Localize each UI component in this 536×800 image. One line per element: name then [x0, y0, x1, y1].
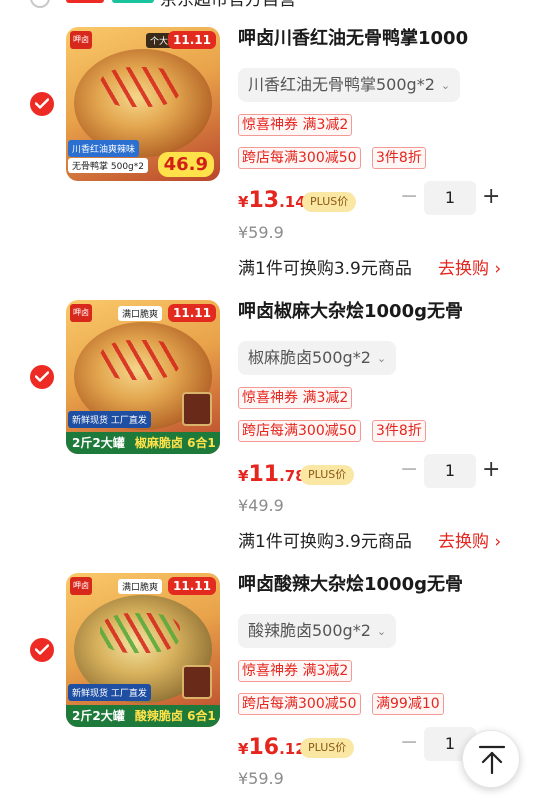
brand-logo: 呷卤 [70, 304, 92, 322]
double11-tag: 11.11 [168, 31, 216, 49]
original-price: ¥59.9 [238, 223, 284, 242]
plus-price-badge: PLUS价 [302, 192, 357, 212]
promo-tag[interactable]: 跨店每满300减50 [238, 420, 361, 442]
exchange-link[interactable]: 去换购 › [438, 254, 501, 279]
image-banner-sub: 2斤2大罐 [72, 709, 125, 723]
currency-symbol: ¥ [238, 467, 249, 485]
brand-logo: 呷卤 [70, 577, 92, 595]
image-green-text: 椒麻脆卤 6合1 [134, 436, 216, 450]
promo-tag[interactable]: 满99减10 [372, 693, 444, 715]
product-image[interactable]: 呷卤 满口脆爽 11.11 新鲜现货 工厂直发 2斤2大罐 椒麻脆卤 6合1 [66, 300, 220, 454]
price-integer: 16 [248, 735, 280, 760]
current-price: ¥13.14 [238, 188, 306, 213]
check-icon [35, 371, 49, 382]
check-icon [35, 98, 49, 109]
chili-graphic [100, 613, 180, 653]
plus-price-badge: PLUS价 [300, 738, 355, 758]
product-title[interactable]: 呷卤川香红油无骨鸭掌1000 [238, 27, 468, 51]
chevron-down-icon: ⌄ [440, 78, 451, 92]
plus-price-badge: PLUS价 [300, 465, 355, 485]
product-image[interactable]: 呷卤 满口脆爽 11.11 新鲜现货 工厂直发 2斤2大罐 酸辣脆卤 6合1 [66, 573, 220, 727]
item-checkbox[interactable] [30, 92, 54, 116]
image-price-bubble: 46.9 [157, 152, 214, 177]
item-checkbox[interactable] [30, 638, 54, 662]
current-price: ¥11.78 [238, 462, 306, 487]
variant-selector[interactable]: 椒麻脆卤500g*2 ⌄ [238, 341, 397, 375]
promo-tag[interactable]: 3件8折 [372, 147, 426, 169]
product-title[interactable]: 呷卤酸辣大杂烩1000g无骨 [238, 573, 463, 597]
quantity-input[interactable]: 1 [424, 454, 476, 488]
price-integer: 11 [248, 462, 280, 487]
chili-graphic [100, 340, 180, 380]
shop-badge-red [66, 0, 104, 3]
variant-label: 川香红油无骨鸭掌500g*2 [248, 75, 435, 94]
arrow-up-icon [478, 745, 506, 775]
double11-tag: 11.11 [168, 577, 216, 595]
currency-symbol: ¥ [238, 193, 249, 211]
exchange-offer-text: 满1件可换购3.9元商品 [238, 532, 412, 552]
jar-graphic [182, 665, 212, 699]
chevron-down-icon: ⌄ [376, 351, 387, 365]
price-integer: 13 [248, 188, 280, 213]
shop-name[interactable]: 京东超市官方自营 [160, 0, 296, 9]
quantity-input[interactable]: 1 [424, 181, 476, 215]
image-banner-sub: 2斤2大罐 [72, 436, 125, 450]
quantity-decrease-button[interactable]: − [400, 732, 418, 754]
shop-badge-green [112, 0, 154, 3]
quantity-decrease-button[interactable]: − [400, 186, 418, 208]
quantity-decrease-button[interactable]: − [400, 459, 418, 481]
product-title[interactable]: 呷卤椒麻大杂烩1000g无骨 [238, 300, 463, 324]
variant-selector[interactable]: 川香红油无骨鸭掌500g*2 ⌄ [238, 68, 461, 102]
double11-tag: 11.11 [168, 304, 216, 322]
promo-tag[interactable]: 3件8折 [372, 420, 426, 442]
shop-header: 京东超市官方自营 [0, 0, 536, 14]
check-icon [35, 644, 49, 655]
promo-tag[interactable]: 惊喜神券 满3减2 [238, 114, 353, 136]
image-green-text: 酸辣脆卤 6合1 [134, 709, 216, 723]
image-top-band: 满口脆爽 [118, 306, 163, 321]
image-banner: 新鲜现货 工厂直发 [68, 684, 151, 701]
promo-tag[interactable]: 跨店每满300减50 [238, 693, 361, 715]
variant-selector[interactable]: 酸辣脆卤500g*2 ⌄ [238, 614, 397, 648]
brand-logo: 呷卤 [70, 31, 92, 49]
variant-label: 椒麻脆卤500g*2 [248, 348, 371, 367]
jar-graphic [182, 392, 212, 426]
image-green-bar: 2斤2大罐 椒麻脆卤 6合1 [66, 432, 220, 454]
original-price: ¥59.9 [238, 769, 284, 788]
promo-tag[interactable]: 惊喜神券 满3减2 [238, 660, 353, 682]
variant-label: 酸辣脆卤500g*2 [248, 621, 371, 640]
image-banner: 川香红油爽辣味 [68, 140, 140, 157]
item-checkbox[interactable] [30, 365, 54, 389]
quantity-increase-button[interactable]: + [482, 186, 500, 208]
chevron-down-icon: ⌄ [376, 624, 387, 638]
scroll-to-top-button[interactable] [462, 730, 520, 788]
image-subbanner: 无骨鸭掌 500g*2 [68, 158, 148, 173]
current-price: ¥16.12 [238, 735, 306, 760]
currency-symbol: ¥ [238, 740, 249, 758]
promo-tag[interactable]: 惊喜神券 满3减2 [238, 387, 353, 409]
chili-graphic [100, 67, 180, 107]
image-green-bar: 2斤2大罐 酸辣脆卤 6合1 [66, 705, 220, 727]
exchange-link[interactable]: 去换购 › [438, 527, 501, 552]
shop-select-checkbox[interactable] [30, 0, 50, 8]
image-top-band: 满口脆爽 [118, 579, 163, 594]
quantity-increase-button[interactable]: + [482, 459, 500, 481]
image-banner: 新鲜现货 工厂直发 [68, 411, 151, 428]
promo-tag[interactable]: 跨店每满300减50 [238, 147, 361, 169]
product-image[interactable]: 呷卤 个大肉多 11.11 川香红油爽辣味 无骨鸭掌 500g*2 46.9 [66, 27, 220, 181]
original-price: ¥49.9 [238, 496, 284, 515]
exchange-offer-text: 满1件可换购3.9元商品 [238, 259, 412, 279]
